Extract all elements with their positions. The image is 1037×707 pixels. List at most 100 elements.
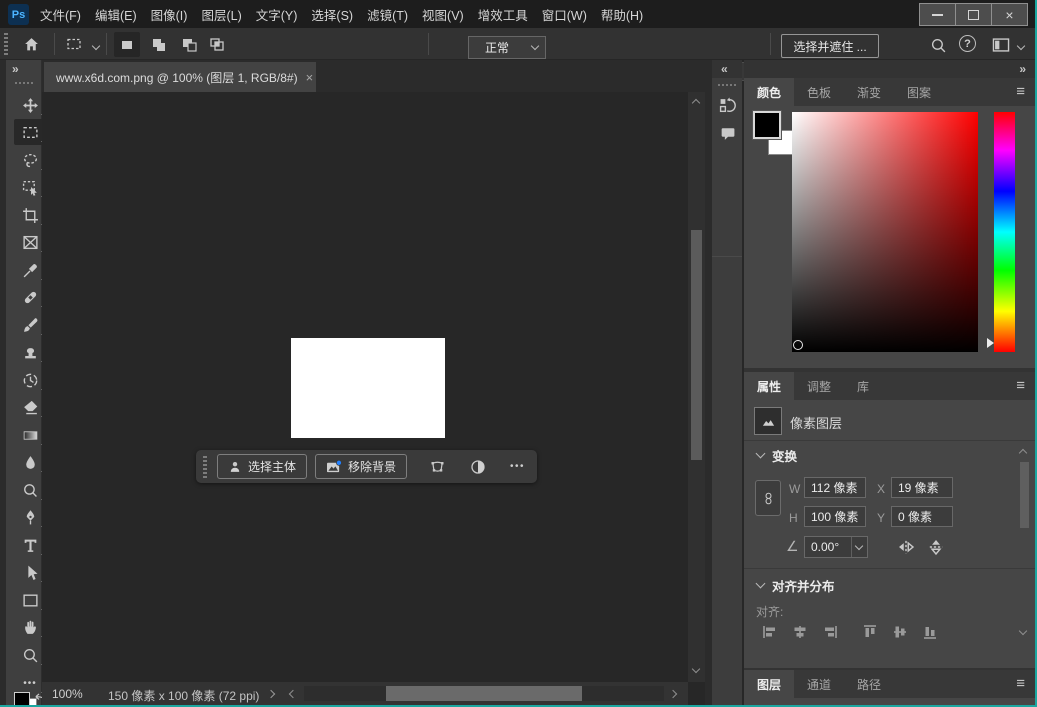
home-button[interactable]	[20, 33, 42, 55]
search-icon	[931, 38, 945, 52]
options-grip[interactable]	[4, 33, 8, 55]
hue-slider[interactable]	[994, 112, 1015, 352]
style-dropdown[interactable]: 正常	[468, 36, 546, 59]
align-left-button[interactable]	[760, 622, 780, 642]
task-bar-grip[interactable]	[203, 455, 207, 478]
menu-type[interactable]: 文字(Y)	[256, 5, 298, 24]
document-tab[interactable]: www.x6d.com.png @ 100% (图层 1, RGB/8#) ×	[44, 62, 316, 92]
status-menu-chevron-icon[interactable]	[266, 689, 276, 699]
scroll-up-icon[interactable]	[691, 98, 701, 108]
foreground-swatch[interactable]	[752, 110, 782, 140]
search-button[interactable]	[927, 34, 949, 56]
tab-swatches[interactable]: 色板	[794, 78, 845, 106]
intersect-selection-button[interactable]	[204, 32, 230, 57]
toolbar-collapse-icon[interactable]: »	[12, 62, 19, 76]
workspace-button[interactable]	[990, 36, 1012, 53]
flip-vertical-icon[interactable]	[927, 538, 945, 556]
align-middle-vertical-button[interactable]	[890, 622, 910, 642]
task-bar-more-icon[interactable]: •••	[510, 461, 525, 472]
menu-filter[interactable]: 滤镜(T)	[367, 5, 408, 24]
select-and-mask-button[interactable]: 选择并遮住 ...	[781, 34, 879, 58]
subtract-from-selection-button[interactable]	[176, 32, 202, 57]
foreground-color-swatch[interactable]	[14, 692, 30, 705]
tab-adjustments[interactable]: 调整	[794, 372, 845, 400]
tool-preset-chevron-icon[interactable]	[91, 41, 101, 51]
w-input[interactable]	[804, 477, 866, 498]
document-info: 150 像素 x 100 像素 (72 ppi)	[108, 689, 260, 703]
properties-scroll-up-icon[interactable]	[1018, 448, 1028, 458]
link-dimensions-button[interactable]	[755, 480, 781, 516]
properties-scroll-thumb[interactable]	[1020, 462, 1029, 528]
remove-background-button[interactable]: 移除背景	[315, 454, 408, 479]
align-bottom-button[interactable]	[920, 622, 940, 642]
align-right-button[interactable]	[820, 622, 840, 642]
zoom-level[interactable]: 100%	[52, 687, 83, 701]
menu-image[interactable]: 图像(I)	[151, 5, 188, 24]
vertical-scrollbar[interactable]	[688, 92, 705, 682]
adjustments-icon[interactable]	[470, 459, 486, 475]
tab-channels[interactable]: 通道	[794, 670, 845, 698]
saturation-brightness-field[interactable]	[792, 112, 978, 352]
menu-layer[interactable]: 图层(L)	[201, 5, 241, 24]
align-collapse-icon[interactable]	[755, 578, 766, 589]
hue-slider-handle[interactable]	[987, 338, 994, 348]
h-input[interactable]	[804, 506, 866, 527]
add-to-selection-button[interactable]	[146, 32, 172, 57]
help-button[interactable]: ?	[959, 35, 976, 52]
scroll-down-icon[interactable]	[691, 664, 701, 674]
history-panel-button[interactable]	[716, 94, 738, 116]
minimize-button[interactable]	[919, 3, 956, 26]
dock-collapse-icon[interactable]: «	[721, 62, 728, 76]
color-panel-menu-icon[interactable]: ≡	[1016, 84, 1025, 99]
panel-collapse-icon[interactable]: »	[1019, 62, 1026, 76]
toolbar-grip[interactable]	[14, 81, 34, 85]
document-tab-close-icon[interactable]: ×	[306, 70, 314, 85]
transform-section-title[interactable]: 变换	[772, 446, 797, 465]
select-subject-button[interactable]: 选择主体	[217, 454, 308, 479]
transform-collapse-icon[interactable]	[755, 448, 766, 459]
layers-panel-menu-icon[interactable]: ≡	[1016, 676, 1025, 691]
menu-help[interactable]: 帮助(H)	[601, 5, 643, 24]
comments-panel-button[interactable]	[716, 122, 738, 144]
tab-paths[interactable]: 路径	[844, 670, 895, 698]
dock-grip[interactable]	[717, 83, 737, 87]
flip-horizontal-icon[interactable]	[897, 538, 915, 556]
tab-properties[interactable]: 属性	[744, 372, 795, 400]
align-section-title[interactable]: 对齐并分布	[772, 576, 835, 595]
hscroll-left-icon[interactable]	[288, 689, 298, 699]
maximize-button[interactable]	[955, 3, 992, 26]
align-top-button[interactable]	[860, 622, 880, 642]
y-input[interactable]	[891, 506, 953, 527]
horizontal-scroll-thumb[interactable]	[386, 686, 582, 701]
menu-edit[interactable]: 编辑(E)	[95, 5, 137, 24]
workspace-chevron-icon[interactable]	[1016, 41, 1026, 51]
close-button[interactable]: ×	[991, 3, 1028, 26]
properties-panel-menu-icon[interactable]: ≡	[1016, 378, 1025, 393]
menu-file[interactable]: 文件(F)	[40, 5, 81, 24]
tab-color[interactable]: 颜色	[744, 78, 795, 106]
hscroll-right-icon[interactable]	[668, 689, 678, 699]
color-field-marker[interactable]	[793, 340, 803, 350]
menu-view[interactable]: 视图(V)	[422, 5, 464, 24]
transform-icon[interactable]	[429, 459, 446, 474]
tab-gradients[interactable]: 渐变	[844, 78, 895, 106]
tool-preset-button[interactable]	[60, 33, 88, 55]
align-center-horizontal-button[interactable]	[790, 622, 810, 642]
vertical-scroll-thumb[interactable]	[691, 230, 702, 460]
new-selection-button[interactable]	[114, 32, 140, 57]
menu-window[interactable]: 窗口(W)	[542, 5, 587, 24]
tab-libraries[interactable]: 库	[844, 372, 883, 400]
x-input[interactable]	[891, 477, 953, 498]
canvas-pasteboard[interactable]: 选择主体 移除背景 •••	[42, 92, 688, 682]
properties-scroll-down-icon[interactable]	[1018, 626, 1028, 636]
panel-dock: «	[712, 60, 742, 705]
tab-layers[interactable]: 图层	[744, 670, 795, 698]
menu-plugins[interactable]: 增效工具	[478, 5, 528, 24]
horizontal-scroll-track[interactable]	[304, 686, 664, 701]
document-canvas[interactable]	[291, 338, 445, 438]
menu-select[interactable]: 选择(S)	[311, 5, 353, 24]
tab-patterns[interactable]: 图案	[894, 78, 945, 106]
subtract-from-selection-icon	[183, 38, 197, 52]
comment-icon	[721, 127, 734, 140]
angle-combo[interactable]: 0.00°	[804, 536, 868, 558]
